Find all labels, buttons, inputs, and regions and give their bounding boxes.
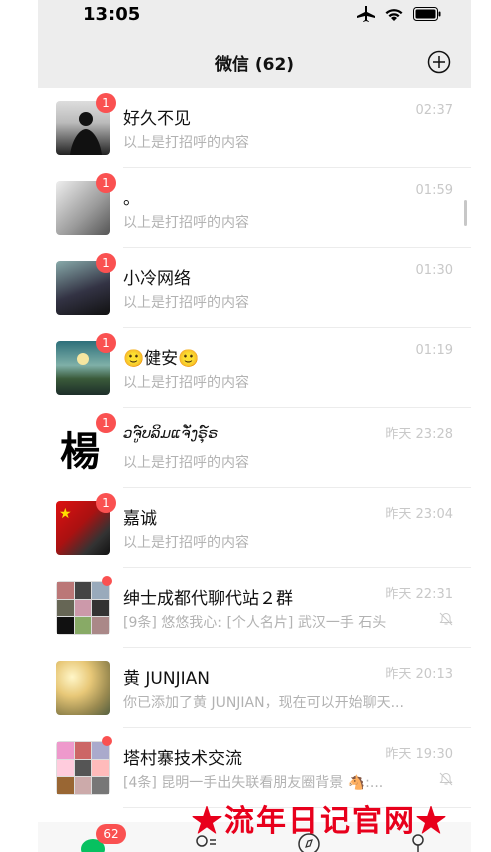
chat-time: 昨天 19:30 xyxy=(385,747,453,762)
unread-badge: 1 xyxy=(96,173,116,193)
chat-name: 。 xyxy=(123,189,140,209)
chat-preview: 以上是打招呼的内容 xyxy=(123,295,249,311)
chat-row[interactable]: 绅士成都代聊代站２群 [9条] 悠悠我心: [个人名片] 武汉一手 石头 昨天 … xyxy=(38,568,471,648)
chat-name: 嘉诚 xyxy=(123,509,157,529)
chat-row[interactable]: 黄 JUNJIAN 你已添加了黄 JUNJIAN，现在可以开始聊天... 昨天 … xyxy=(38,648,471,728)
avatar xyxy=(56,661,110,715)
chat-time: 昨天 23:28 xyxy=(385,427,453,442)
chat-time: 昨天 22:31 xyxy=(385,587,453,602)
chat-time: 01:30 xyxy=(415,263,453,278)
chat-row[interactable]: 1 🙂健安🙂 以上是打招呼的内容 01:19 xyxy=(38,328,471,408)
group-avatar xyxy=(56,581,110,635)
chat-time: 昨天 20:13 xyxy=(385,667,453,682)
chat-row[interactable]: 楊 1 ວຈູ໌ບລິມແຈັ່ງຣຸ໌ຣ 以上是打招呼的内容 昨天 23:28 xyxy=(38,408,471,488)
add-plus-icon[interactable] xyxy=(427,50,451,74)
unread-badge: 1 xyxy=(96,493,116,513)
chat-list: 1 好久不见 以上是打招呼的内容 02:37 1 。 以上是打招呼的内容 01:… xyxy=(38,88,471,822)
mute-bell-icon xyxy=(439,772,453,786)
status-time: 13:05 xyxy=(83,4,141,25)
page-title: 微信 (62) xyxy=(214,55,295,75)
watermark-text: ★流年日记官网★ xyxy=(192,804,448,839)
chat-name: 🙂健安🙂 xyxy=(123,349,200,369)
wechat-screen: 13:05 微信 (62) 1 好久不见 以上是打招呼的内容 02:37 1 。… xyxy=(38,0,471,852)
chat-preview: 你已添加了黄 JUNJIAN，现在可以开始聊天... xyxy=(123,695,404,711)
chat-preview: 以上是打招呼的内容 xyxy=(123,135,249,151)
unread-badge: 1 xyxy=(96,93,116,113)
chat-row[interactable]: 1 小冷网络 以上是打招呼的内容 01:30 xyxy=(38,248,471,328)
chat-time: 02:37 xyxy=(415,103,453,118)
chat-time: 01:59 xyxy=(415,183,453,198)
chat-time: 01:19 xyxy=(415,343,453,358)
chat-name: 绅士成都代聊代站２群 xyxy=(123,589,293,609)
chat-row[interactable]: 1 。 以上是打招呼的内容 01:59 xyxy=(38,168,471,248)
chat-preview: 以上是打招呼的内容 xyxy=(123,215,249,231)
chat-preview: 以上是打招呼的内容 xyxy=(123,455,249,471)
mute-bell-icon xyxy=(439,612,453,626)
chat-name: 小冷网络 xyxy=(123,269,191,289)
chat-name: 塔村寨技术交流 xyxy=(123,749,242,769)
group-avatar xyxy=(56,741,110,795)
unread-dot xyxy=(102,736,112,746)
svg-text:★: ★ xyxy=(59,506,72,522)
unread-badge: 1 xyxy=(96,333,116,353)
unread-badge: 1 xyxy=(96,413,116,433)
wifi-icon xyxy=(385,9,403,21)
chat-preview: 以上是打招呼的内容 xyxy=(123,375,249,391)
chat-name: ວຈູ໌ບລິມແຈັ່ງຣຸ໌ຣ xyxy=(123,424,219,442)
battery-icon xyxy=(413,7,441,21)
airplane-icon xyxy=(357,6,375,22)
app-header: 微信 (62) xyxy=(38,34,471,88)
chat-row[interactable]: ★ 1 嘉诚 以上是打招呼的内容 昨天 23:04 xyxy=(38,488,471,568)
chat-name: 好久不见 xyxy=(123,109,191,129)
chat-name: 黄 JUNJIAN xyxy=(123,669,210,689)
chat-preview: [4条] 昆明一手出失联看朋友圈背景 🐴:... xyxy=(123,775,384,791)
chat-preview: 以上是打招呼的内容 xyxy=(123,535,249,551)
chat-preview: [9条] 悠悠我心: [个人名片] 武汉一手 石头 xyxy=(123,615,387,631)
svg-text:楊: 楊 xyxy=(60,428,100,475)
chat-time: 昨天 23:04 xyxy=(385,507,453,522)
unread-badge: 1 xyxy=(96,253,116,273)
status-bar: 13:05 xyxy=(38,0,471,34)
unread-dot xyxy=(102,576,112,586)
tab-unread-badge: 62 xyxy=(96,824,126,844)
chat-row[interactable]: 1 好久不见 以上是打招呼的内容 02:37 xyxy=(38,88,471,168)
